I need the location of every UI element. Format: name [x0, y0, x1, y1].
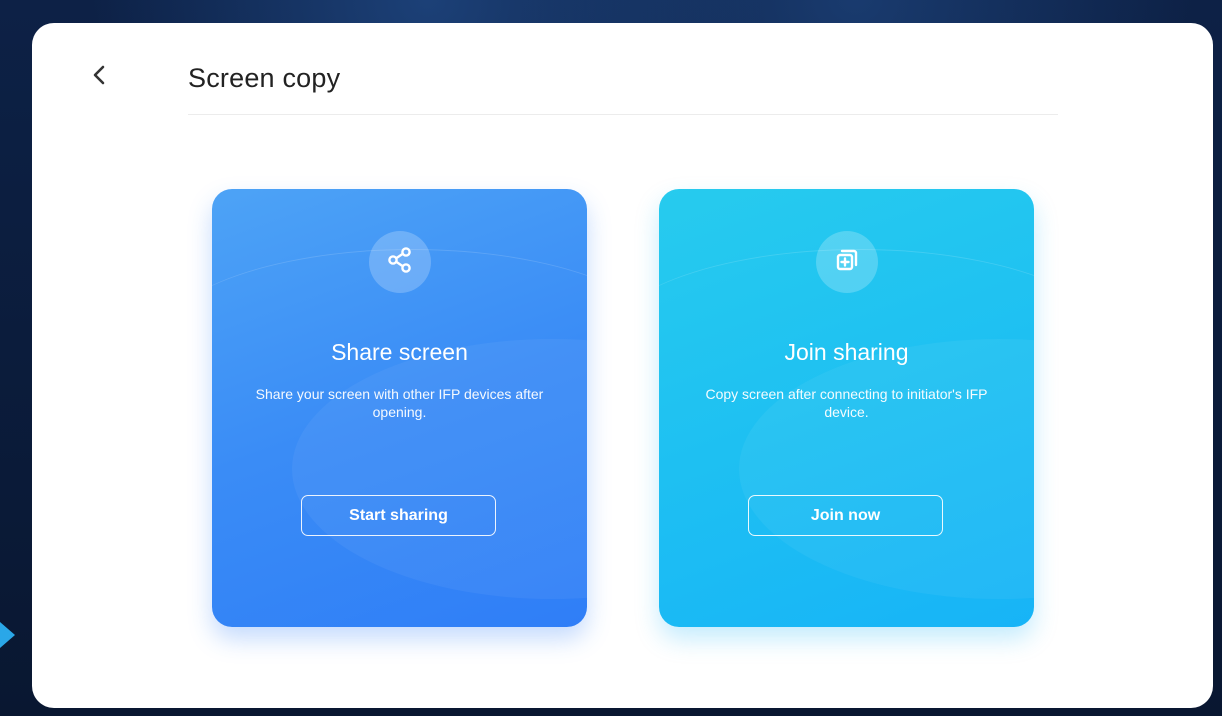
page-title: Screen copy	[188, 63, 341, 93]
card-wave-decoration	[739, 339, 1034, 599]
copy-add-icon-badge	[816, 231, 878, 293]
header-divider	[188, 114, 1058, 115]
side-arrow-indicator	[0, 622, 15, 648]
share-icon	[385, 245, 415, 280]
copy-add-icon	[832, 245, 862, 280]
share-icon-badge	[369, 231, 431, 293]
join-sharing-description: Copy screen after connecting to initiato…	[705, 386, 988, 420]
join-sharing-card: Join sharing Copy screen after connectin…	[659, 189, 1034, 627]
screen-copy-panel: Screen copy Share screen Share your scre…	[32, 23, 1213, 708]
share-screen-card: Share screen Share your screen with othe…	[212, 189, 587, 627]
chevron-left-icon	[89, 64, 111, 91]
share-screen-description: Share your screen with other IFP devices…	[255, 386, 544, 420]
card-wave-decoration	[292, 339, 587, 599]
back-button[interactable]	[80, 57, 120, 97]
start-sharing-button[interactable]: Start sharing	[301, 495, 496, 536]
share-screen-title: Share screen	[331, 339, 468, 365]
join-sharing-title: Join sharing	[784, 339, 909, 365]
join-now-button[interactable]: Join now	[748, 495, 943, 536]
